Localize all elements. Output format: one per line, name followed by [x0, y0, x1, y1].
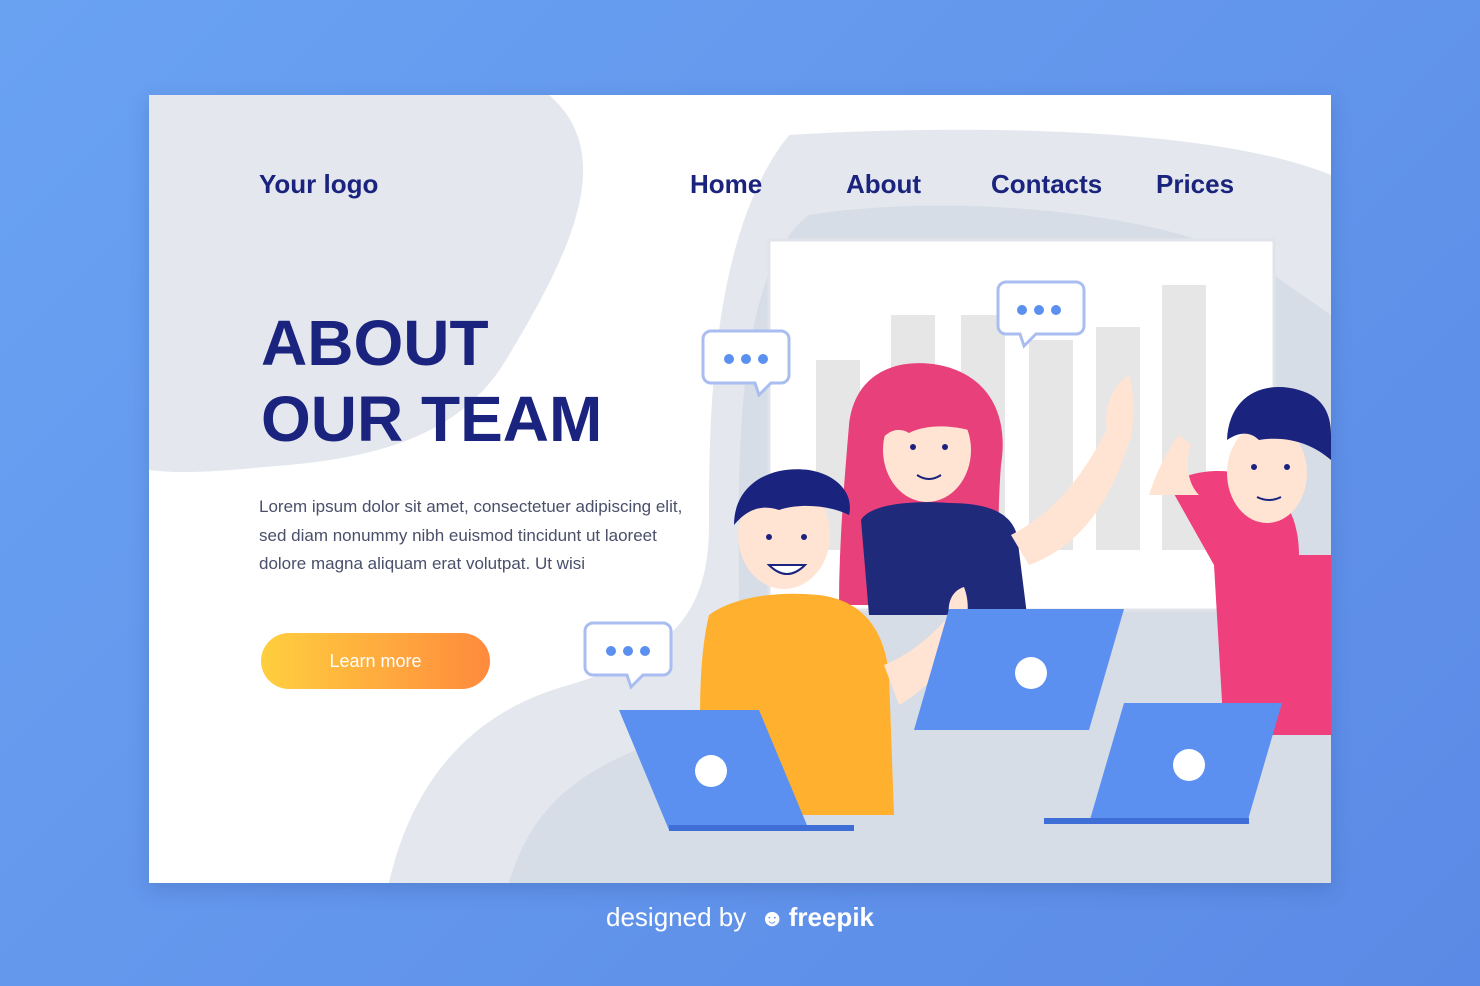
attribution-brand: freepik — [788, 902, 874, 932]
landing-card: Your logo Home About Contacts Prices ABO… — [149, 95, 1331, 883]
freepik-logo-icon: ☻ — [759, 905, 785, 932]
team-illustration — [583, 238, 1331, 831]
attribution-prefix: designed by — [606, 902, 747, 932]
speech-bubble-icon — [583, 621, 673, 690]
attribution: designed by ☻ freepik — [0, 902, 1480, 933]
laptop-icon — [914, 609, 1124, 730]
